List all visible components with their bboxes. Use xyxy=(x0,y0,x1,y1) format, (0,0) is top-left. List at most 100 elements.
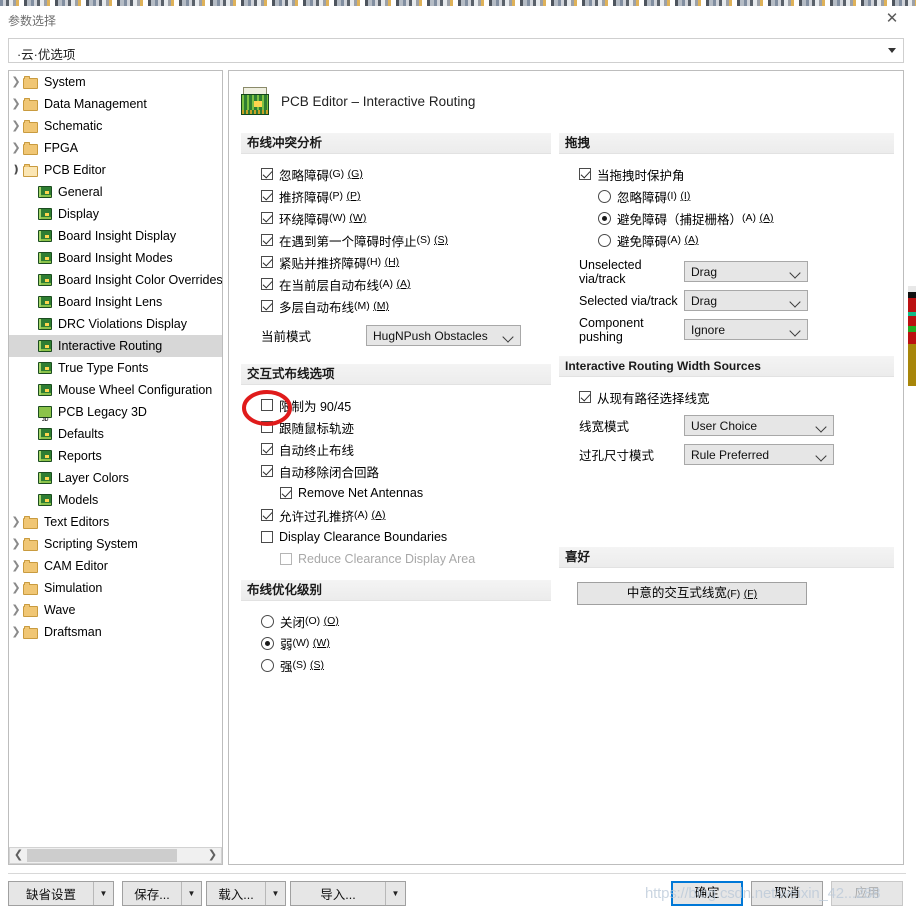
tree-item-data-management[interactable]: ❯ Data Management xyxy=(9,93,222,115)
protect-angle-row[interactable]: 当拖拽时保护角 xyxy=(579,163,894,185)
interactive-option-4-checkbox[interactable] xyxy=(280,487,292,499)
width-from-existing-row[interactable]: 从现有路径选择线宽 xyxy=(579,386,894,408)
routing-conflict-1-row[interactable]: 推挤障碍 (P) (P) xyxy=(261,185,551,207)
interactive-option-5-row[interactable]: 允许过孔推挤 (A) (A) xyxy=(261,504,551,526)
tree-item-defaults[interactable]: Defaults xyxy=(9,423,222,445)
chevron-right-icon[interactable]: ❯ xyxy=(9,115,23,137)
tree-item-pcb-legacy-3d[interactable]: PCB Legacy 3D xyxy=(9,401,222,431)
routing-conflict-4-row[interactable]: 紧贴并推挤障碍 (H) (H) xyxy=(261,251,551,273)
chevron-right-icon[interactable]: ❯ xyxy=(9,137,23,159)
close-icon[interactable]: ✕ xyxy=(872,7,912,31)
tree-item-fpga[interactable]: ❯ FPGA xyxy=(9,137,222,159)
tree-item-general[interactable]: General xyxy=(9,181,222,203)
tree-item-board-insight-display[interactable]: Board Insight Display xyxy=(9,225,222,247)
footer-split-button-0[interactable]: 缺省设置 ▼ xyxy=(8,881,114,906)
scroll-left-icon[interactable]: ❮ xyxy=(10,848,27,863)
tree-item-wave[interactable]: ❯ Wave xyxy=(9,599,222,621)
chevron-right-icon[interactable]: ❯ xyxy=(9,71,23,93)
chevron-down-icon[interactable]: ▼ xyxy=(386,889,405,898)
optimization-0-row[interactable]: 关闭 (O) (O) xyxy=(261,610,551,632)
chevron-right-icon[interactable]: ❯ xyxy=(9,599,23,621)
current-mode-select[interactable]: HugNPush Obstacles xyxy=(366,325,521,346)
tree-item-board-insight-color-overrides[interactable]: Board Insight Color Overrides xyxy=(9,269,222,291)
tree-item-board-insight-modes[interactable]: Board Insight Modes xyxy=(9,247,222,269)
tree-item-models[interactable]: Models xyxy=(9,489,222,511)
chevron-right-icon[interactable]: ❯ xyxy=(9,621,23,643)
tree-item-pcb-editor[interactable]: ❫ PCB Editor xyxy=(9,159,222,181)
profile-select[interactable]: ·云·优选项 xyxy=(8,38,904,63)
chevron-right-icon[interactable]: ❯ xyxy=(9,555,23,577)
drag-mode-0-row[interactable]: 忽略障碍 (I) (I) xyxy=(579,185,894,207)
interactive-option-3-row[interactable]: 自动移除闭合回路 xyxy=(261,460,551,482)
drag-mode-0-radio[interactable] xyxy=(598,189,611,203)
tree-item-board-insight-lens[interactable]: Board Insight Lens xyxy=(9,291,222,313)
routing-conflict-1-checkbox[interactable] xyxy=(261,190,273,202)
routing-conflict-0-checkbox[interactable] xyxy=(261,168,273,180)
tree-item-text-editors[interactable]: ❯ Text Editors xyxy=(9,511,222,533)
interactive-option-0-checkbox[interactable] xyxy=(261,399,273,411)
chevron-down-icon[interactable]: ❫ xyxy=(9,159,23,181)
tree-item-cam-editor[interactable]: ❯ CAM Editor xyxy=(9,555,222,577)
drag-mode-1-radio[interactable] xyxy=(598,211,611,225)
width-dd-0-select[interactable]: User Choice xyxy=(684,415,834,436)
optimization-2-row[interactable]: 强 (S) (S) xyxy=(261,654,551,676)
routing-conflict-6-checkbox[interactable] xyxy=(261,300,273,312)
routing-conflict-2-row[interactable]: 环绕障碍 (W) (W) xyxy=(261,207,551,229)
tree-item-display[interactable]: Display xyxy=(9,203,222,225)
routing-conflict-3-row[interactable]: 在遇到第一个障碍时停止 (S) (S) xyxy=(261,229,551,251)
drag-dd-0-select[interactable]: Drag xyxy=(684,261,808,282)
tree-item-schematic[interactable]: ❯ Schematic xyxy=(9,115,222,137)
interactive-option-3-checkbox[interactable] xyxy=(261,465,273,477)
drag-dd-2-select[interactable]: Ignore xyxy=(684,319,808,340)
interactive-option-0-row[interactable]: 限制为 90/45 xyxy=(261,394,551,416)
tree-item-simulation[interactable]: ❯ Simulation xyxy=(9,577,222,599)
chevron-down-icon[interactable]: ▼ xyxy=(94,889,113,898)
chevron-right-icon[interactable]: ❯ xyxy=(9,511,23,533)
tree-item-scripting-system[interactable]: ❯ Scripting System xyxy=(9,533,222,555)
scrollbar-thumb[interactable] xyxy=(27,849,177,862)
width-dd-1-select[interactable]: Rule Preferred xyxy=(684,444,834,465)
footer-split-button-2[interactable]: 载入... ▼ xyxy=(206,881,286,906)
tree-item-interactive-routing[interactable]: Interactive Routing xyxy=(9,335,222,357)
protect-angle-checkbox[interactable] xyxy=(579,168,591,180)
footer-split-button-3[interactable]: 导入... ▼ xyxy=(290,881,406,906)
interactive-option-1-row[interactable]: 跟随鼠标轨迹 xyxy=(261,416,551,438)
routing-conflict-3-checkbox[interactable] xyxy=(261,234,273,246)
routing-conflict-5-row[interactable]: 在当前层自动布线 (A) (A) xyxy=(261,273,551,295)
interactive-option-4-row[interactable]: Remove Net Antennas xyxy=(261,482,551,504)
routing-conflict-5-checkbox[interactable] xyxy=(261,278,273,290)
chevron-down-icon[interactable]: ▼ xyxy=(266,889,285,898)
interactive-option-6-checkbox[interactable] xyxy=(261,531,273,543)
tree-item-true-type-fonts[interactable]: True Type Fonts xyxy=(9,357,222,379)
interactive-option-1-checkbox[interactable] xyxy=(261,421,273,433)
routing-conflict-6-row[interactable]: 多层自动布线 (M) (M) xyxy=(261,295,551,317)
scroll-right-icon[interactable]: ❯ xyxy=(204,848,221,863)
tree-horizontal-scrollbar[interactable]: ❮ ❯ xyxy=(9,847,222,864)
drag-mode-1-row[interactable]: 避免障碍（捕捉栅格） (A) (A) xyxy=(579,207,894,229)
routing-conflict-0-row[interactable]: 忽略障碍 (G) (G) xyxy=(261,163,551,185)
chevron-right-icon[interactable]: ❯ xyxy=(9,533,23,555)
optimization-2-radio[interactable] xyxy=(261,658,274,672)
settings-tree[interactable]: ❯ System ❯ Data Management ❯ Schematic ❯ FPGA ❫ P… xyxy=(8,70,223,865)
tree-item-layer-colors[interactable]: Layer Colors xyxy=(9,467,222,489)
interactive-option-2-checkbox[interactable] xyxy=(261,443,273,455)
favorite-widths-button[interactable]: 中意的交互式线宽(F) (F) xyxy=(577,582,807,605)
drag-dd-1-select[interactable]: Drag xyxy=(684,290,808,311)
tree-item-draftsman[interactable]: ❯ Draftsman xyxy=(9,621,222,643)
interactive-option-2-row[interactable]: 自动终止布线 xyxy=(261,438,551,460)
chevron-right-icon[interactable]: ❯ xyxy=(9,93,23,115)
interactive-option-5-checkbox[interactable] xyxy=(261,509,273,521)
drag-mode-2-row[interactable]: 避免障碍 (A) (A) xyxy=(579,229,894,251)
tree-item-system[interactable]: ❯ System xyxy=(9,71,222,93)
optimization-1-radio[interactable] xyxy=(261,636,274,650)
drag-mode-2-radio[interactable] xyxy=(598,233,611,247)
interactive-option-6-row[interactable]: Display Clearance Boundaries xyxy=(261,526,551,548)
tree-item-drc-violations-display[interactable]: DRC Violations Display xyxy=(9,313,222,335)
width-from-existing-checkbox[interactable] xyxy=(579,391,591,403)
routing-conflict-4-checkbox[interactable] xyxy=(261,256,273,268)
optimization-1-row[interactable]: 弱 (W) (W) xyxy=(261,632,551,654)
tree-item-mouse-wheel-configuration[interactable]: Mouse Wheel Configuration xyxy=(9,379,222,401)
chevron-right-icon[interactable]: ❯ xyxy=(9,577,23,599)
optimization-0-radio[interactable] xyxy=(261,614,274,628)
tree-item-reports[interactable]: Reports xyxy=(9,445,222,467)
